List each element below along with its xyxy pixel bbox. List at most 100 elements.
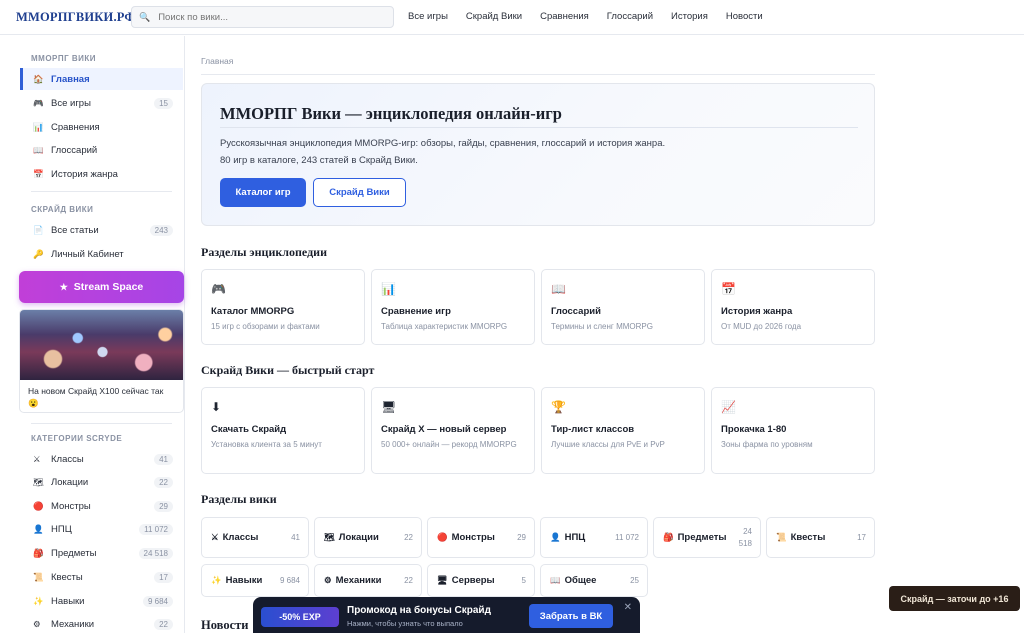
quick-card-tier-list[interactable]: 🏆 Тир-лист классов Лучшие классы для PvE… — [541, 387, 705, 474]
card-title: Каталог MMORPG — [211, 306, 295, 317]
claim-vk-button[interactable]: Забрать в ВК — [529, 604, 613, 628]
top-nav: Все игры Скрайд Вики Сравнения Глоссарий… — [408, 11, 781, 22]
sidebar-item-label: Предметы — [51, 547, 97, 559]
chart-icon: 📊 — [33, 121, 44, 132]
sidebar-item-label: Классы — [51, 453, 84, 465]
section-card-catalog[interactable]: 🎮 Каталог MMORPG 15 игр с обзорами и фак… — [201, 269, 365, 345]
promo-banner[interactable]: -50% EXP Промокод на бонусы Скрайд Нажми… — [253, 597, 640, 633]
banner-title: Промокод на бонусы Скрайд — [347, 605, 491, 616]
card-description: Установка клиента за 5 минут — [211, 440, 322, 449]
wiki-chip-servers[interactable]: 🖥 Серверы 5 — [427, 564, 535, 597]
card-title: Скрайд X — новый сервер — [381, 424, 507, 435]
chip-count: 29 — [517, 532, 526, 542]
chip-label: Общее — [564, 575, 597, 586]
quick-card-download[interactable]: ⬇ Скачать Скрайд Установка клиента за 5 … — [201, 387, 365, 474]
sidebar-item-quests[interactable]: 📜 Квесты 17 — [20, 566, 183, 588]
sidebar-item-label: Локации — [51, 476, 89, 488]
sidebar-item-all-articles[interactable]: 📄 Все статьи 243 — [20, 219, 183, 241]
hero-divider — [220, 127, 858, 128]
nav-all-games[interactable]: Все игры — [408, 11, 448, 22]
nav-glossary[interactable]: Глоссарий — [607, 11, 653, 22]
chip-label: Квесты — [790, 532, 826, 543]
nav-history[interactable]: История — [671, 11, 708, 22]
wiki-chip-quests[interactable]: 📜 Квесты 17 — [766, 517, 875, 558]
chip-label: Монстры — [451, 532, 495, 543]
catalog-button[interactable]: Каталог игр — [220, 178, 306, 207]
sidebar-item-account[interactable]: 🔑 Личный Кабинет — [20, 243, 183, 265]
card-description: Зоны фарма по уровням — [721, 440, 813, 449]
quick-card-new-server[interactable]: 🖥 Скрайд X — новый сервер 50 000+ онлайн… — [371, 387, 535, 474]
nav-news[interactable]: Новости — [726, 11, 763, 22]
hero-panel: MMOРПГ Вики — энциклопедия онлайн-игр Ру… — [201, 83, 875, 226]
gamepad-icon: 🎮 — [211, 282, 226, 296]
close-icon[interactable]: ✕ — [624, 602, 632, 613]
wiki-chip-general[interactable]: 📖 Общее 25 — [540, 564, 648, 597]
card-description: Таблица характеристик MMORPG — [381, 322, 508, 331]
wiki-chip-npc[interactable]: 👤 НПЦ 11 072 — [540, 517, 648, 558]
quick-card-leveling[interactable]: 📈 Прокачка 1-80 Зоны фарма по уровням — [711, 387, 875, 474]
promo-caption: На новом Скрайд X100 сейчас так 😮 — [28, 386, 164, 408]
section-card-compare[interactable]: 📊 Сравнение игр Таблица характеристик MM… — [371, 269, 535, 345]
sidebar-item-label: Личный Кабинет — [51, 248, 124, 260]
chip-count: 9 684 — [279, 575, 300, 585]
scryde-wiki-button[interactable]: Скрайд Вики — [313, 178, 406, 207]
sidebar-section-title: СКРАЙД ВИКИ — [31, 205, 94, 214]
sidebar-item-label: Механики — [51, 618, 95, 630]
banner-subtitle: Нажми, чтобы узнать что выпало — [347, 619, 463, 628]
card-title: Сравнение игр — [381, 306, 451, 317]
site-logo[interactable]: MMOРПГВИКИ.РФ — [16, 10, 135, 25]
scroll-icon: 📜 — [776, 532, 787, 542]
chip-label: Классы — [222, 532, 259, 543]
wiki-chip-items[interactable]: 🎒 Предметы 24 518 — [653, 517, 761, 558]
sidebar-item-npc[interactable]: 👤 НПЦ 11 072 — [20, 518, 183, 540]
enchant-toast[interactable]: Скрайд — заточи до +16 — [889, 586, 1020, 611]
nav-comparisons[interactable]: Сравнения — [540, 11, 589, 22]
page-icon: 📄 — [33, 224, 44, 235]
sidebar-item-glossary[interactable]: 📖 Глоссарий — [20, 139, 183, 161]
sidebar-item-label: Все статьи — [51, 224, 99, 236]
sidebar-item-label: Глоссарий — [51, 144, 98, 156]
sidebar-item-skills[interactable]: ✨ Навыки 9 684 — [20, 590, 183, 612]
search-input[interactable] — [158, 11, 379, 23]
card-description: Лучшие классы для PvE и PvP — [551, 440, 665, 449]
person-icon: 👤 — [33, 523, 44, 534]
wiki-chip-locations[interactable]: 🗺 Локации 22 — [314, 517, 422, 558]
sparkle-icon: ✨ — [33, 595, 44, 606]
sidebar-item-classes[interactable]: ⚔ Классы 41 — [20, 448, 183, 470]
sidebar-item-locations[interactable]: 🗺 Локации 22 — [20, 471, 183, 493]
book-icon: 📖 — [550, 575, 561, 585]
wiki-chip-monsters[interactable]: 🔴 Монстры 29 — [427, 517, 535, 558]
sidebar-item-label: Главная — [51, 73, 90, 85]
sidebar-item-home[interactable]: 🏠 Главная — [20, 68, 183, 90]
section-card-glossary[interactable]: 📖 Глоссарий Термины и сленг MMORPG — [541, 269, 705, 345]
breadcrumb-divider — [201, 74, 875, 75]
section-card-history[interactable]: 📅 История жанра От MUD до 2026 года — [711, 269, 875, 345]
sidebar-item-items[interactable]: 🎒 Предметы 24 518 — [20, 542, 183, 564]
breadcrumb[interactable]: Главная — [201, 56, 233, 66]
chip-count: 22 — [404, 532, 413, 542]
nav-scryde-wiki[interactable]: Скрайд Вики — [466, 11, 522, 22]
count-badge: 41 — [154, 453, 173, 465]
chip-label: Локации — [338, 532, 379, 543]
sidebar-item-label: История жанра — [51, 168, 118, 180]
count-badge: 24 518 — [138, 547, 173, 559]
book-icon: 📖 — [551, 282, 566, 296]
wiki-chip-skills[interactable]: ✨ Навыки 9 684 — [201, 564, 309, 597]
sidebar-item-monsters[interactable]: 🔴 Монстры 29 — [20, 495, 183, 517]
sidebar-item-history[interactable]: 📅 История жанра — [20, 163, 183, 185]
top-header: MMOРПГВИКИ.РФ 🔍 Все игры Скрайд Вики Сра… — [0, 0, 1024, 35]
stream-space-button[interactable]: ★ Stream Space — [19, 271, 184, 303]
search-box[interactable]: 🔍 — [131, 6, 394, 28]
sidebar-item-all-games[interactable]: 🎮 Все игры 15 — [20, 92, 183, 114]
wiki-chip-mechanics[interactable]: ⚙ Механики 22 — [314, 564, 422, 597]
sidebar-item-mechanics[interactable]: ⚙ Механики 22 — [20, 613, 183, 635]
monitor-icon: 🖥 — [381, 400, 397, 414]
chip-label: Предметы — [677, 532, 727, 543]
card-title: Скачать Скрайд — [211, 424, 287, 435]
wiki-chip-classes[interactable]: ⚔ Классы 41 — [201, 517, 309, 558]
sidebar-item-comparisons[interactable]: 📊 Сравнения — [20, 116, 183, 138]
wiki-sections-heading: Разделы вики — [201, 492, 277, 506]
promo-video-card[interactable]: На новом Скрайд X100 сейчас так 😮 — [19, 309, 184, 413]
sidebar-section-title: КАТЕГОРИИ SCRYDE — [31, 434, 123, 443]
download-icon: ⬇ — [211, 400, 222, 414]
